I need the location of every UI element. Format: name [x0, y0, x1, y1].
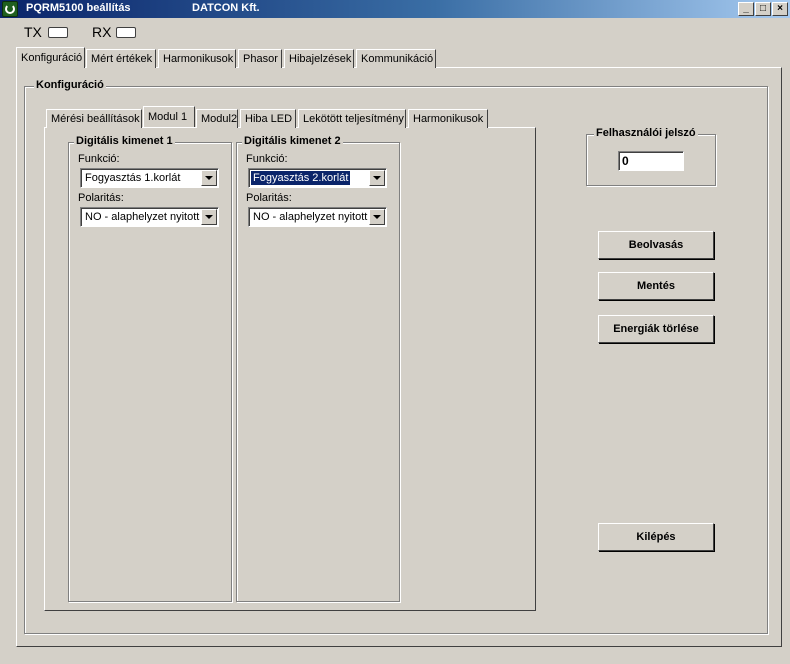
- output2-polarity-select[interactable]: NO - alaphelyzet nyitott: [248, 207, 387, 227]
- tx-label: TX: [24, 24, 42, 40]
- output1-title: Digitális kimenet 1: [74, 135, 175, 147]
- save-button[interactable]: Mentés: [598, 272, 714, 300]
- rx-label: RX: [92, 24, 112, 40]
- config-group-title: Konfiguráció: [34, 79, 106, 91]
- output1-polarity-select[interactable]: NO - alaphelyzet nyitott: [80, 207, 219, 227]
- output1-polarity-value: NO - alaphelyzet nyitott: [85, 211, 200, 223]
- chevron-down-icon[interactable]: [369, 170, 385, 186]
- chevron-down-icon[interactable]: [201, 209, 217, 225]
- output1-function-label: Funkció:: [78, 153, 120, 165]
- tab-konfiguracio[interactable]: Konfiguráció: [16, 47, 85, 68]
- maximize-button[interactable]: □: [755, 2, 771, 16]
- subtab-lekotott-teljesitmeny[interactable]: Lekötött teljesítmény: [298, 109, 406, 128]
- exit-button[interactable]: Kilépés: [598, 523, 714, 551]
- output1-function-value: Fogyasztás 1.korlát: [85, 172, 181, 184]
- close-button[interactable]: ×: [772, 2, 788, 16]
- subtab-meresi-beallitasok[interactable]: Mérési beállítások: [46, 109, 142, 128]
- window-title: PQRM5100 beállítás: [26, 2, 131, 14]
- output1-polarity-label: Polaritás:: [78, 192, 124, 204]
- subtab-modul1[interactable]: Modul 1: [143, 106, 195, 127]
- output2-function-select[interactable]: Fogyasztás 2.korlát: [248, 168, 387, 188]
- app-icon[interactable]: [2, 1, 18, 17]
- minimize-button[interactable]: _: [738, 2, 754, 16]
- password-title: Felhasználói jelszó: [594, 127, 698, 139]
- output2-function-label: Funkció:: [246, 153, 288, 165]
- output2-polarity-label: Polaritás:: [246, 192, 292, 204]
- tab-hibajelzesek[interactable]: Hibajelzések: [284, 49, 354, 68]
- read-button[interactable]: Beolvasás: [598, 231, 714, 259]
- chevron-down-icon[interactable]: [369, 209, 385, 225]
- tab-phasor[interactable]: Phasor: [238, 49, 282, 68]
- window-company: DATCON Kft.: [192, 2, 260, 14]
- output2-title: Digitális kimenet 2: [242, 135, 343, 147]
- output1-function-select[interactable]: Fogyasztás 1.korlát: [80, 168, 219, 188]
- output2-polarity-value: NO - alaphelyzet nyitott: [253, 211, 368, 223]
- title-bar[interactable]: PQRM5100 beállítás DATCON Kft. _ □ ×: [0, 0, 790, 18]
- tab-kommunikacio[interactable]: Kommunikáció: [356, 49, 436, 68]
- chevron-down-icon[interactable]: [201, 170, 217, 186]
- subtab-modul2[interactable]: Modul2: [196, 109, 238, 128]
- subtab-hiba-led[interactable]: Hiba LED: [240, 109, 296, 128]
- output2-function-value: Fogyasztás 2.korlát: [249, 170, 352, 186]
- tab-harmonikusok[interactable]: Harmonikusok: [158, 49, 236, 68]
- password-input[interactable]: 0: [618, 151, 684, 171]
- tx-indicator: [48, 27, 68, 38]
- clear-energy-button[interactable]: Energiák törlése: [598, 315, 714, 343]
- rx-indicator: [116, 27, 136, 38]
- tab-mert-ertekek[interactable]: Mért értékek: [86, 49, 156, 68]
- subtab-harmonikusok[interactable]: Harmonikusok: [408, 109, 488, 128]
